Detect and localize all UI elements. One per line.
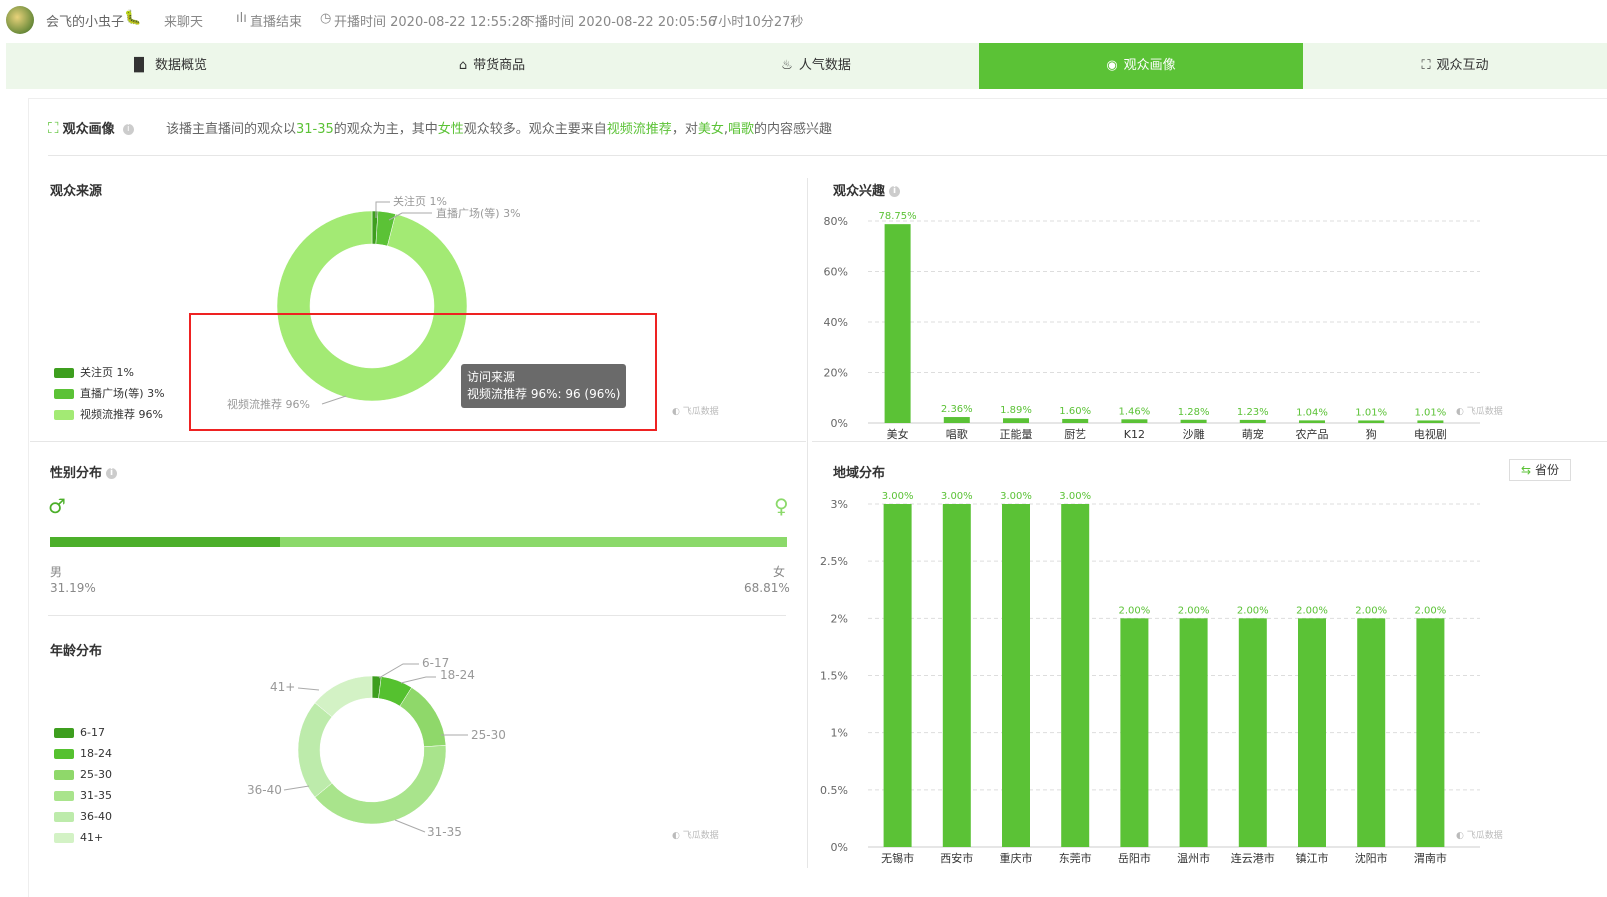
x-tick-label: 温州市 bbox=[1177, 851, 1210, 865]
bar[interactable] bbox=[1416, 618, 1445, 847]
data-label: 2.00% bbox=[1178, 605, 1210, 616]
data-label: 2.00% bbox=[1237, 605, 1269, 616]
region-bar-chart: 0% 0.5% 1% 1.5% 2% 2.5% 3% 3.00% 无锡市 3.00% 西安市 3.00… bbox=[820, 491, 1480, 865]
data-label: 2.00% bbox=[1119, 605, 1151, 616]
data-label: 3.00% bbox=[1059, 491, 1091, 502]
y-tick-label: 0.5% bbox=[820, 784, 848, 797]
bar[interactable] bbox=[1002, 504, 1030, 847]
data-label: 2.00% bbox=[1355, 605, 1387, 616]
x-tick-label: 西安市 bbox=[940, 851, 973, 865]
bar[interactable] bbox=[1061, 504, 1090, 847]
data-label: 3.00% bbox=[882, 491, 914, 502]
data-label: 3.00% bbox=[1000, 491, 1032, 502]
x-tick-label: 无锡市 bbox=[881, 851, 914, 865]
y-tick-label: 3% bbox=[831, 498, 848, 511]
bar[interactable] bbox=[1357, 618, 1386, 847]
bar[interactable] bbox=[1179, 618, 1208, 847]
y-tick-label: 1% bbox=[831, 727, 848, 740]
x-tick-label: 东莞市 bbox=[1059, 851, 1092, 865]
x-tick-label: 镇江市 bbox=[1296, 851, 1329, 865]
x-tick-label: 连云港市 bbox=[1231, 851, 1275, 865]
data-label: 3.00% bbox=[941, 491, 973, 502]
data-label: 2.00% bbox=[1415, 605, 1447, 616]
x-tick-label: 重庆市 bbox=[1000, 851, 1033, 865]
data-label: 2.00% bbox=[1296, 605, 1328, 616]
y-tick-label: 1.5% bbox=[820, 670, 848, 683]
bar[interactable] bbox=[1298, 618, 1326, 847]
bar[interactable] bbox=[942, 504, 971, 847]
bar[interactable] bbox=[1238, 618, 1267, 847]
y-tick-label: 2.5% bbox=[820, 555, 848, 568]
y-tick-label: 0% bbox=[831, 841, 848, 854]
x-tick-label: 沈阳市 bbox=[1355, 851, 1388, 865]
bar[interactable] bbox=[883, 504, 912, 847]
bar[interactable] bbox=[1120, 618, 1149, 847]
x-tick-label: 岳阳市 bbox=[1118, 851, 1151, 865]
x-tick-label: 渭南市 bbox=[1414, 851, 1447, 865]
watermark: ◐ 飞瓜数据 bbox=[1456, 831, 1503, 841]
y-tick-label: 2% bbox=[831, 612, 848, 625]
watermark-text: 飞瓜数据 bbox=[1466, 831, 1503, 841]
